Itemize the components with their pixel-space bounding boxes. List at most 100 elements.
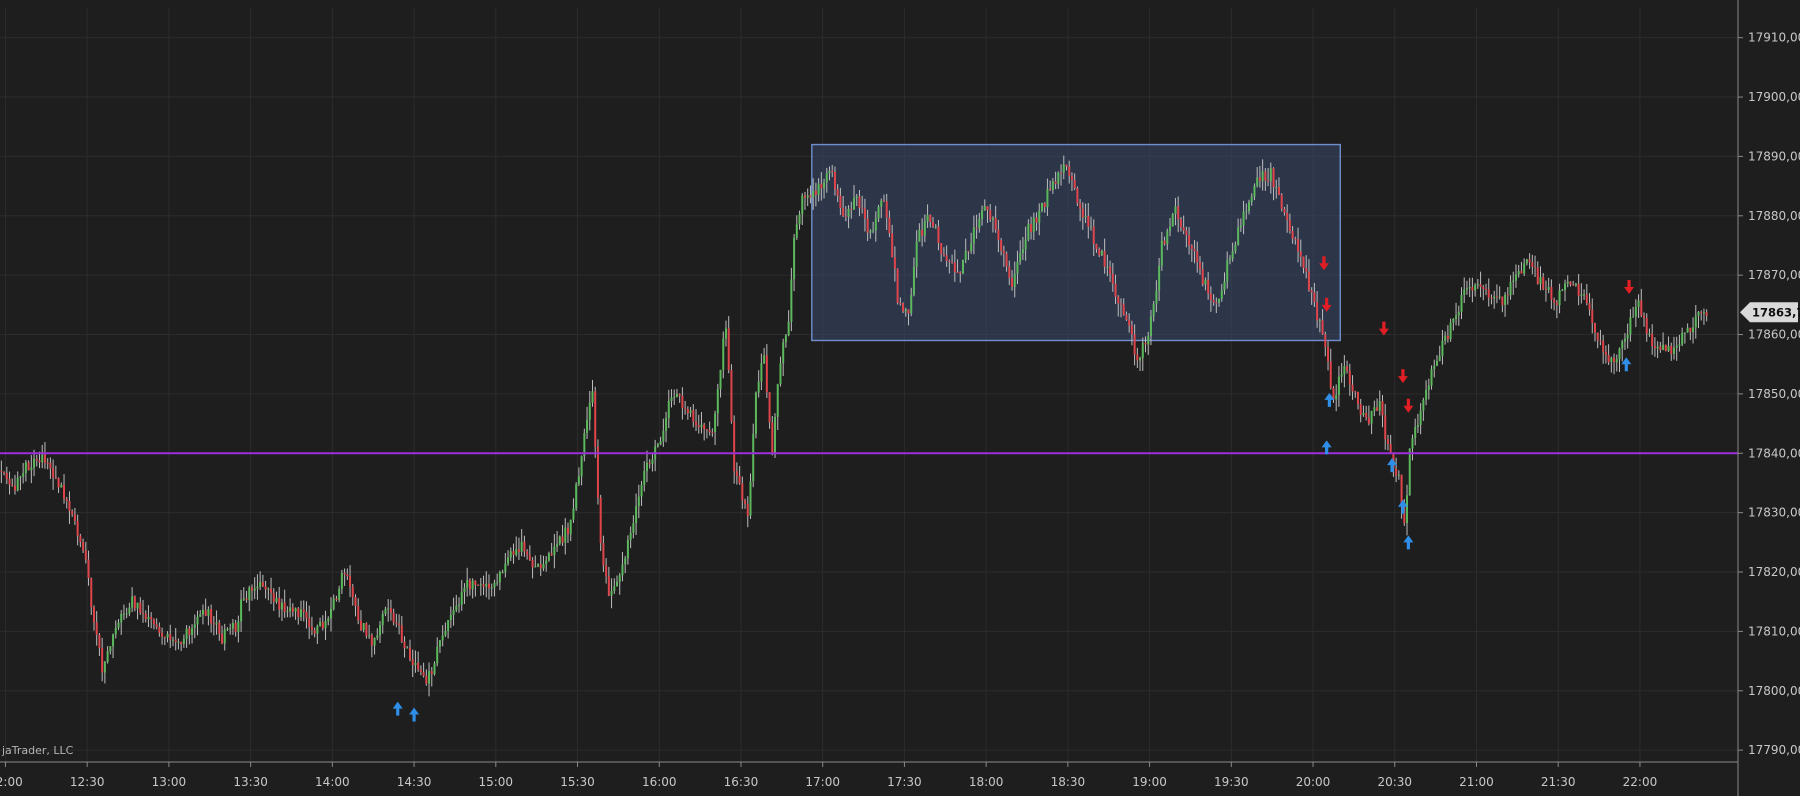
candle-up [1147, 336, 1150, 345]
candle-down [885, 201, 888, 218]
candle-up [1160, 240, 1163, 266]
candle-up [1245, 210, 1248, 212]
candle-up [1433, 365, 1436, 369]
candle-up [1626, 334, 1629, 339]
candle-up [556, 543, 559, 547]
candle-up [904, 309, 907, 312]
candle-up [970, 243, 973, 252]
candle-down [1196, 251, 1199, 263]
candle-up [643, 471, 646, 486]
candle-down [310, 626, 313, 631]
candle-up [877, 206, 880, 219]
candle-down [1188, 235, 1191, 246]
candle-down [1613, 357, 1616, 363]
candle-down [1604, 351, 1607, 356]
candle-up [463, 587, 466, 593]
candle-down [1305, 268, 1308, 272]
candle-up [621, 564, 624, 576]
candle-down [188, 628, 191, 635]
candle-down [477, 584, 480, 586]
candle-down [95, 622, 98, 635]
candle-down [1288, 219, 1291, 231]
candle-up [1141, 342, 1144, 359]
candle-up [1686, 327, 1689, 333]
candle-down [1596, 332, 1599, 341]
candle-up [1027, 223, 1030, 240]
candle-up [316, 626, 319, 634]
candle-up [196, 616, 199, 625]
candle-down [703, 424, 706, 430]
candle-up [16, 477, 19, 491]
candle-up [1057, 172, 1060, 184]
candle-up [580, 456, 583, 477]
candle-down [1531, 262, 1534, 267]
candle-down [482, 584, 485, 587]
candle-down [896, 268, 899, 303]
candle-down [365, 623, 368, 637]
candle-down [921, 229, 924, 236]
candle-up [1539, 276, 1542, 284]
candle-down [27, 462, 30, 471]
candle-up [798, 214, 801, 225]
y-tick-label: 17860,00 [1748, 328, 1800, 342]
candle-up [637, 496, 640, 507]
candle-up [1558, 290, 1561, 306]
candle-down [771, 422, 774, 453]
candle-down [937, 226, 940, 244]
candle-down [1179, 219, 1182, 228]
candlestick-chart[interactable]: 17790,00 17800,00 17810,00 17820,00 17830,00… [0, 0, 1800, 796]
candle-up [610, 590, 613, 596]
candle-up [329, 608, 332, 619]
candle-down [1215, 302, 1218, 304]
candle-down [1291, 230, 1294, 239]
candle-down [951, 261, 954, 263]
candle-up [1583, 294, 1586, 296]
candle-down [1528, 259, 1531, 263]
candle-up [1100, 251, 1103, 256]
candle-down [272, 592, 275, 602]
candle-down [526, 551, 529, 556]
candle-down [858, 196, 861, 208]
candle-down [1264, 171, 1267, 181]
candle-up [1084, 216, 1087, 218]
candle-down [3, 472, 6, 474]
watermark-text: jaTrader, LLC [1, 744, 74, 757]
candle-down [1471, 287, 1474, 291]
candle-down [1267, 180, 1270, 182]
candle-down [994, 217, 997, 230]
candle-down [297, 608, 300, 617]
candle-down [1133, 334, 1136, 355]
candle-up [368, 635, 371, 637]
x-tick-label: 17:30 [887, 775, 922, 789]
candle-up [1621, 341, 1624, 349]
y-tick-label: 17790,00 [1748, 743, 1800, 757]
candle-up [1455, 315, 1458, 320]
candle-down [161, 632, 164, 637]
candle-up [659, 441, 662, 445]
candle-up [229, 628, 232, 630]
candle-up [1171, 214, 1174, 227]
candle-up [441, 635, 444, 641]
candle-up [983, 206, 986, 211]
candle-down [1201, 268, 1204, 285]
candle-up [1228, 258, 1231, 261]
candle-down [1602, 340, 1605, 352]
candle-down [133, 596, 136, 609]
candle-down [1307, 271, 1310, 291]
candle-up [1702, 312, 1705, 314]
chart-background [0, 0, 1800, 796]
candle-up [1463, 289, 1466, 296]
candle-down [82, 541, 85, 551]
candle-down [1356, 392, 1359, 404]
candle-up [670, 397, 673, 401]
candle-down [863, 208, 866, 219]
candle-down [1365, 413, 1368, 418]
candle-down [1043, 202, 1046, 208]
candle-down [221, 633, 224, 644]
candle-down [1193, 248, 1196, 252]
candle-down [1640, 300, 1643, 316]
candle-up [1634, 306, 1637, 317]
candle-down [68, 500, 71, 512]
candle-down [1081, 208, 1084, 218]
candle-down [5, 472, 8, 480]
